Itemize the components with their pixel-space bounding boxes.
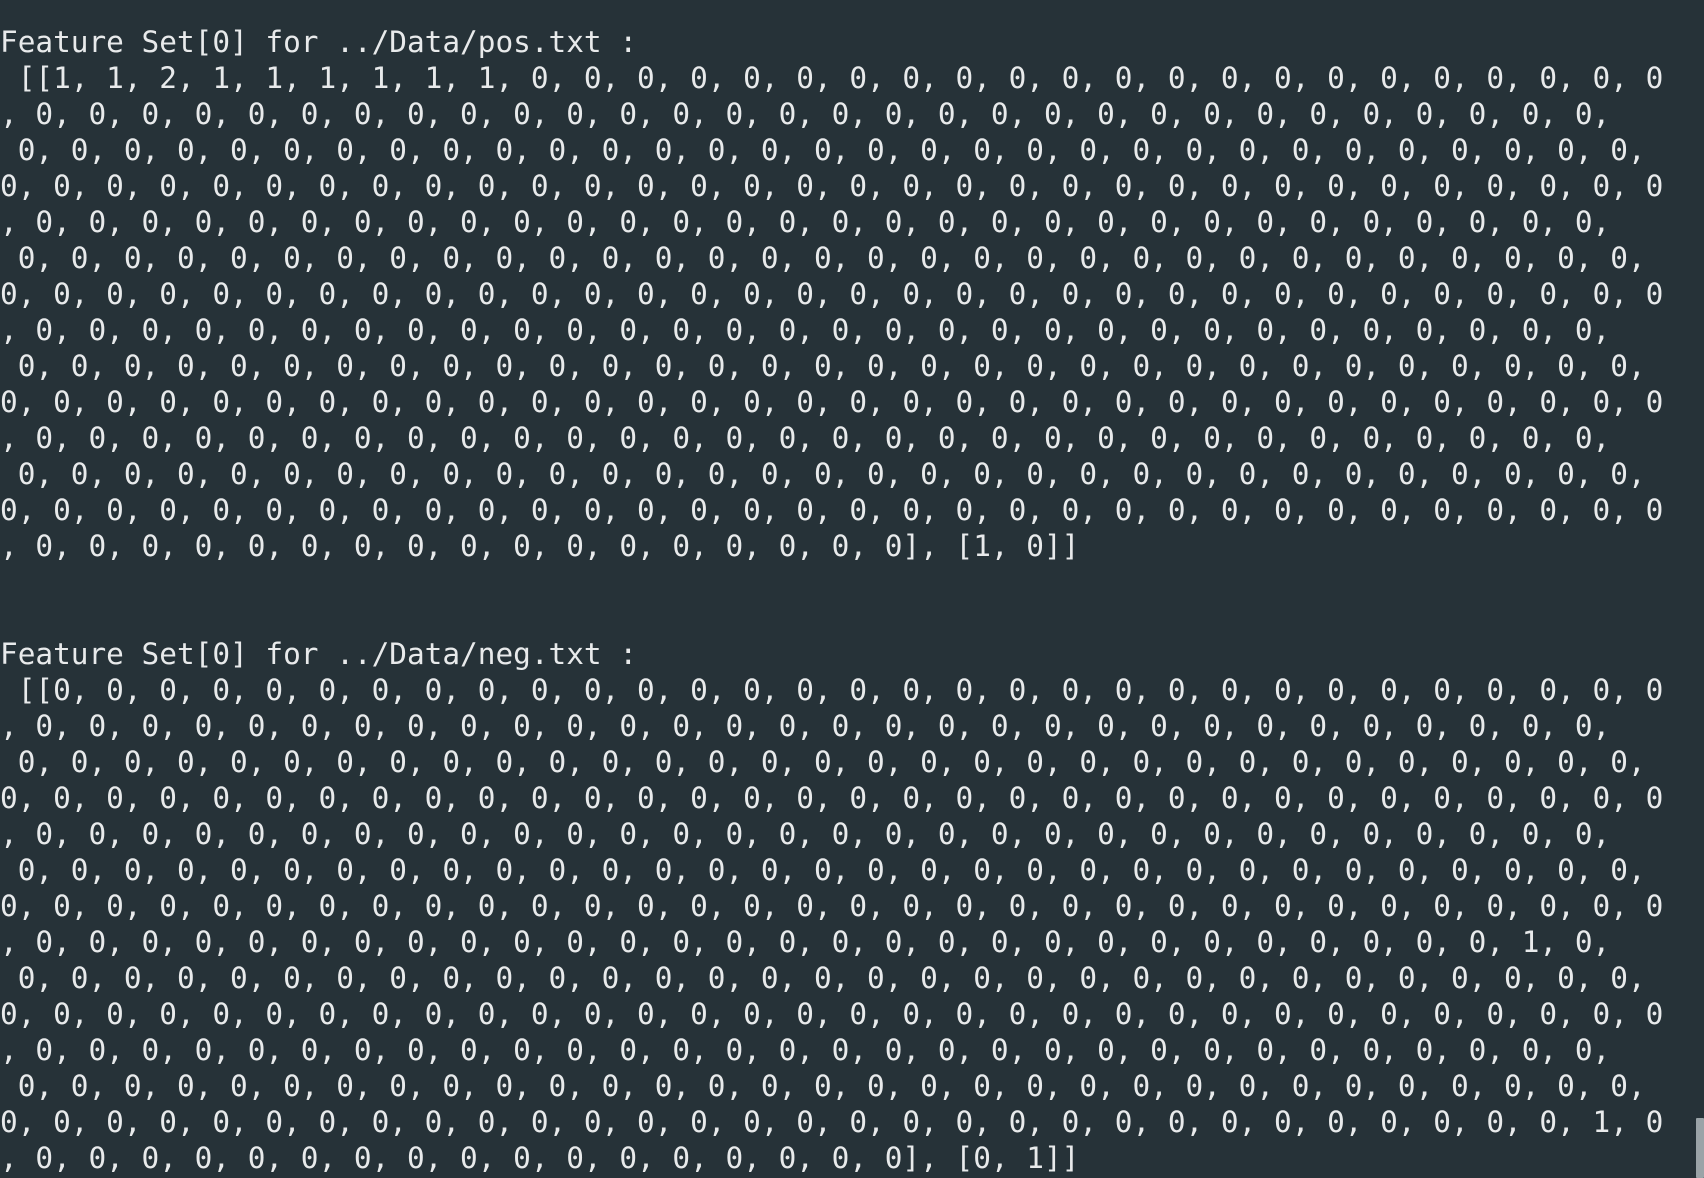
terminal-line: [[1, 1, 2, 1, 1, 1, 1, 1, 1, 0, 0, 0, 0,… <box>0 61 1664 95</box>
terminal-line: 0, 0, 0, 0, 0, 0, 0, 0, 0, 0, 0, 0, 0, 0… <box>0 457 1646 491</box>
terminal-line: 0, 0, 0, 0, 0, 0, 0, 0, 0, 0, 0, 0, 0, 0… <box>0 997 1664 1031</box>
terminal-line: , 0, 0, 0, 0, 0, 0, 0, 0, 0, 0, 0, 0, 0,… <box>0 817 1611 851</box>
terminal-line: , 0, 0, 0, 0, 0, 0, 0, 0, 0, 0, 0, 0, 0,… <box>0 421 1611 455</box>
terminal-line: 0, 0, 0, 0, 0, 0, 0, 0, 0, 0, 0, 0, 0, 0… <box>0 853 1646 887</box>
terminal-line: , 0, 0, 0, 0, 0, 0, 0, 0, 0, 0, 0, 0, 0,… <box>0 205 1611 239</box>
terminal-line: Feature Set[0] for ../Data/pos.txt : <box>0 25 638 59</box>
terminal-window: { "terminal": { "lines": [ "Feature Set[… <box>0 0 1704 1178</box>
terminal-line: , 0, 0, 0, 0, 0, 0, 0, 0, 0, 0, 0, 0, 0,… <box>0 1033 1611 1067</box>
terminal-line: 0, 0, 0, 0, 0, 0, 0, 0, 0, 0, 0, 0, 0, 0… <box>0 133 1646 167</box>
terminal-line: , 0, 0, 0, 0, 0, 0, 0, 0, 0, 0, 0, 0, 0,… <box>0 925 1611 959</box>
terminal-line: 0, 0, 0, 0, 0, 0, 0, 0, 0, 0, 0, 0, 0, 0… <box>0 277 1664 311</box>
terminal-line: 0, 0, 0, 0, 0, 0, 0, 0, 0, 0, 0, 0, 0, 0… <box>0 493 1664 527</box>
terminal-output[interactable]: Feature Set[0] for ../Data/pos.txt : [[1… <box>0 24 1696 1178</box>
terminal-line: 0, 0, 0, 0, 0, 0, 0, 0, 0, 0, 0, 0, 0, 0… <box>0 1069 1646 1103</box>
terminal-line: [[0, 0, 0, 0, 0, 0, 0, 0, 0, 0, 0, 0, 0,… <box>0 673 1664 707</box>
terminal-line: 0, 0, 0, 0, 0, 0, 0, 0, 0, 0, 0, 0, 0, 0… <box>0 385 1664 419</box>
terminal-scrollbar[interactable] <box>1696 0 1704 1178</box>
terminal-line: 0, 0, 0, 0, 0, 0, 0, 0, 0, 0, 0, 0, 0, 0… <box>0 1105 1664 1139</box>
terminal-line: Feature Set[0] for ../Data/neg.txt : <box>0 637 638 671</box>
terminal-line: 0, 0, 0, 0, 0, 0, 0, 0, 0, 0, 0, 0, 0, 0… <box>0 889 1664 923</box>
terminal-line: 0, 0, 0, 0, 0, 0, 0, 0, 0, 0, 0, 0, 0, 0… <box>0 745 1646 779</box>
terminal-line: , 0, 0, 0, 0, 0, 0, 0, 0, 0, 0, 0, 0, 0,… <box>0 1141 1080 1175</box>
terminal-line: , 0, 0, 0, 0, 0, 0, 0, 0, 0, 0, 0, 0, 0,… <box>0 709 1611 743</box>
terminal-line: 0, 0, 0, 0, 0, 0, 0, 0, 0, 0, 0, 0, 0, 0… <box>0 169 1664 203</box>
scrollbar-thumb[interactable] <box>1696 1118 1704 1178</box>
terminal-line: , 0, 0, 0, 0, 0, 0, 0, 0, 0, 0, 0, 0, 0,… <box>0 97 1611 131</box>
terminal-line: 0, 0, 0, 0, 0, 0, 0, 0, 0, 0, 0, 0, 0, 0… <box>0 241 1646 275</box>
terminal-line: 0, 0, 0, 0, 0, 0, 0, 0, 0, 0, 0, 0, 0, 0… <box>0 781 1664 815</box>
terminal-line: 0, 0, 0, 0, 0, 0, 0, 0, 0, 0, 0, 0, 0, 0… <box>0 349 1646 383</box>
terminal-line: , 0, 0, 0, 0, 0, 0, 0, 0, 0, 0, 0, 0, 0,… <box>0 313 1611 347</box>
terminal-line: , 0, 0, 0, 0, 0, 0, 0, 0, 0, 0, 0, 0, 0,… <box>0 529 1080 563</box>
terminal-line: 0, 0, 0, 0, 0, 0, 0, 0, 0, 0, 0, 0, 0, 0… <box>0 961 1646 995</box>
